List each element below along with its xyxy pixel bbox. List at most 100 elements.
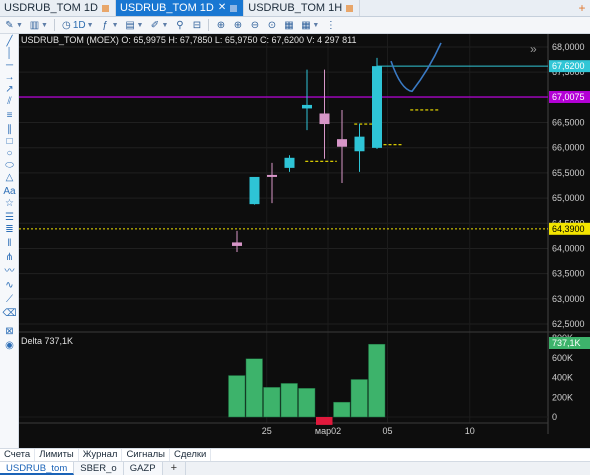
close-icon[interactable]: ✕ <box>218 3 226 13</box>
timeframe-button[interactable]: ◷ 1D ▼ <box>59 18 96 33</box>
lines-tool-icon[interactable]: ☰ <box>3 212 16 223</box>
candle-body <box>372 66 382 148</box>
grid-tool-icon[interactable]: ≣ <box>3 224 16 235</box>
bars-tool-icon[interactable]: ‖ <box>3 238 16 249</box>
candle-body <box>337 139 347 147</box>
draw-button[interactable]: ✐ ▼ <box>147 18 170 33</box>
zoom-out-button[interactable]: ⊖ <box>247 18 262 33</box>
sheet-usdrub-tom[interactable]: USDRUB_tom <box>0 462 75 475</box>
ellipse-tool-icon[interactable]: ⬭ <box>3 160 16 171</box>
bars-icon: ▤ <box>125 19 135 31</box>
add-sheet-icon[interactable]: + <box>163 462 186 475</box>
chevron-down-icon: ▼ <box>136 21 144 29</box>
arrow-tool-icon[interactable]: ↗ <box>3 84 16 95</box>
wave-tool-icon[interactable]: ∿ <box>3 280 16 291</box>
price-tick-label: 65,0000 <box>552 193 585 203</box>
trend-sketch-line <box>390 42 442 93</box>
zoom-in-icon: ⊕ <box>233 19 243 31</box>
candle-body <box>284 157 295 168</box>
sheet-gazp[interactable]: GAZP <box>123 462 163 475</box>
wrench-icon: ✎ <box>5 19 14 31</box>
crosshair-button[interactable]: ⊕ <box>213 18 228 33</box>
chart-toolbar: ✎ ▼ ▥ ▼ ◷ 1D ▼ ƒ ▼ ▤ ▼ ✐ ▼ ⚲ ⊟ ⊕ ⊕ ⊖ ⊙ ▦ ▦ ▼ ⋮ <box>0 17 590 34</box>
zoom-in-button[interactable]: ⊕ <box>230 18 245 33</box>
pin-button[interactable]: ⚲ <box>172 18 187 33</box>
sheet-sber-o[interactable]: SBER_o <box>74 462 124 475</box>
timeframe-label: 1D <box>72 19 86 31</box>
tab-usdrub-1d-active[interactable]: USDRUB_TOM 1D ✕ <box>115 0 245 16</box>
price-chart[interactable]: 68,000067,500067,000066,500066,000065,50… <box>19 34 590 448</box>
text-tool-icon[interactable]: Aa <box>3 186 16 197</box>
indicators-button[interactable]: ƒ ▼ <box>98 18 121 33</box>
candle-body <box>302 104 312 109</box>
crosshair-icon: ⊕ <box>216 19 226 31</box>
delta-bar <box>350 379 368 418</box>
zoom-fit-button[interactable]: ⊙ <box>264 18 279 33</box>
candles-icon: ▥ <box>29 19 40 31</box>
delta-bar <box>333 401 351 418</box>
brush-tool-icon[interactable]: ⟋ <box>3 294 16 305</box>
hide-drawings-icon[interactable]: ◉ <box>3 340 16 351</box>
tab-usdrub-1h[interactable]: USDRUB_TOM 1H <box>244 0 361 16</box>
delta-tag: 737,1K <box>552 338 581 348</box>
price-tick-label: 65,5000 <box>552 168 585 178</box>
eraser-tool-icon[interactable]: ⌫ <box>2 308 16 319</box>
price-tick-label: 63,5000 <box>552 269 585 279</box>
clock-icon: ◷ <box>62 19 71 31</box>
chevron-down-icon: ▼ <box>16 21 23 29</box>
chart-type-button[interactable]: ▥ ▼ <box>27 18 50 33</box>
trendline-tool-icon[interactable]: ╱ <box>3 36 16 47</box>
channel-tool-icon[interactable]: ⫽ <box>3 96 16 107</box>
layout-button[interactable]: ▦ <box>281 18 296 33</box>
date-label: 25 <box>262 426 272 436</box>
polyline-tool-icon[interactable]: 〰 <box>3 266 16 277</box>
purple-level-tag: 67,0075 <box>552 92 585 102</box>
more-button[interactable]: ⋮ <box>323 18 338 33</box>
chevron-down-icon: ▼ <box>111 21 119 29</box>
circle-tool-icon[interactable]: ○ <box>3 148 16 159</box>
delta-tick-label: 600K <box>552 353 573 363</box>
chevron-down-icon: ▼ <box>40 21 48 29</box>
tab-label: USDRUB_TOM 1D <box>119 2 214 14</box>
compare-button[interactable]: ▤ ▼ <box>123 18 146 33</box>
candle-body <box>267 174 277 177</box>
drawing-toolbar: ╱ │ ─ → ↗ ⫽ ≡ ∥ □ ○ ⬭ △ Aa ☆ ☰ ≣ ‖ ⋔ 〰 ∿… <box>0 34 19 448</box>
fib-tool-icon[interactable]: ≡ <box>3 110 16 121</box>
tab-accounts[interactable]: Счета <box>0 449 36 461</box>
candle-body <box>319 113 330 125</box>
rectangle-tool-icon[interactable]: □ <box>3 136 16 147</box>
tab-usdrub-1d-a[interactable]: USDRUB_TOM 1D <box>0 0 116 16</box>
ohlc-header: USDRUB_TOM (MOEX) O: 65,9975 H: 67,7850 … <box>21 35 357 45</box>
star-tool-icon[interactable]: ☆ <box>3 198 16 209</box>
vertical-line-tool-icon[interactable]: │ <box>3 48 16 59</box>
parallel-lines-tool-icon[interactable]: ∥ <box>3 124 16 135</box>
collapse-panel-icon[interactable]: » <box>530 42 537 56</box>
tab-signals[interactable]: Сигналы <box>122 449 170 461</box>
settings-button[interactable]: ✎ ▼ <box>2 18 25 33</box>
chart-tabbar: USDRUB_TOM 1D USDRUB_TOM 1D ✕ USDRUB_TOM… <box>0 0 590 17</box>
delta-header: Delta 737,1K <box>21 336 74 346</box>
price-tick-label: 68,0000 <box>552 42 585 52</box>
delta-bar <box>298 388 316 418</box>
price-tick-label: 64,0000 <box>552 243 585 253</box>
tab-deals[interactable]: Сделки <box>170 449 212 461</box>
tab-journal[interactable]: Журнал <box>79 449 123 461</box>
candle-body <box>354 136 365 152</box>
tab-limits[interactable]: Лимиты <box>35 449 79 461</box>
price-tick-label: 62,5000 <box>552 319 585 329</box>
tab-color-square-icon <box>230 4 238 12</box>
date-label: мар02 <box>315 426 341 436</box>
price-tick-label: 66,0000 <box>552 143 585 153</box>
delta-bar-negative <box>316 417 333 425</box>
ray-tool-icon[interactable]: → <box>3 72 16 83</box>
more-icon: ⋮ <box>325 19 336 31</box>
pitchfork-tool-icon[interactable]: ⋔ <box>3 252 16 263</box>
triangle-tool-icon[interactable]: △ <box>3 172 16 183</box>
lock-drawings-icon[interactable]: ⊠ <box>3 326 16 337</box>
lock-button[interactable]: ⊟ <box>189 18 204 33</box>
workspace-sheets: USDRUB_tom SBER_o GAZP + <box>0 461 590 475</box>
calendar-button[interactable]: ▦ ▼ <box>298 18 321 33</box>
add-tab-icon[interactable]: + <box>574 0 590 16</box>
horizontal-line-tool-icon[interactable]: ─ <box>3 60 16 71</box>
zoom-fit-icon: ⊙ <box>267 19 277 31</box>
